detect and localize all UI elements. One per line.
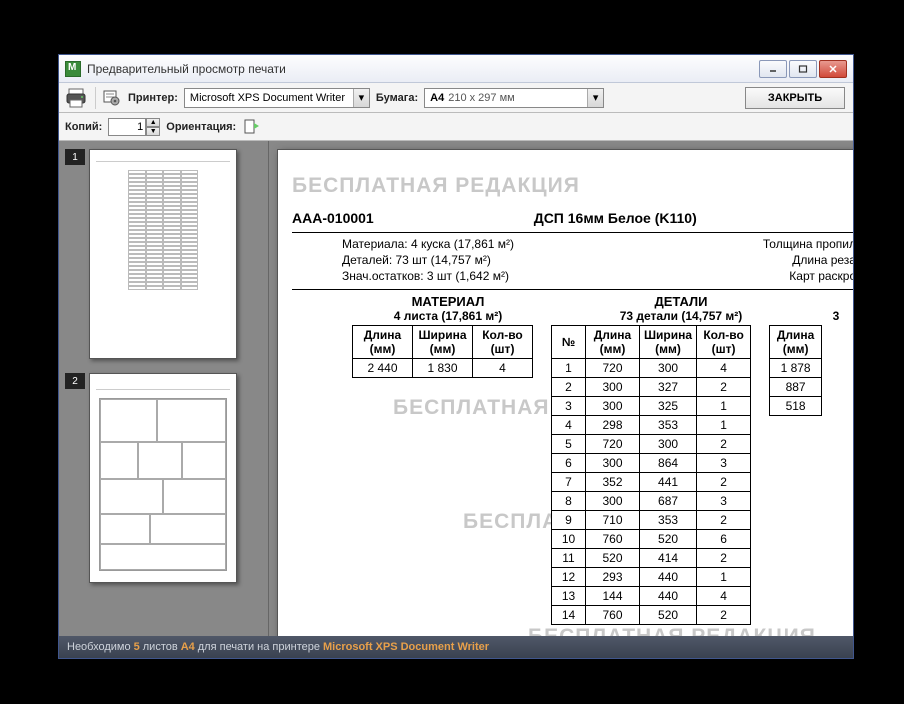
details-table: № Длина (мм) Ширина (мм) Кол-во (шт) 172… — [551, 325, 751, 625]
print-icon[interactable] — [65, 87, 89, 109]
remains-table: Длина (мм) 1 878887518 — [769, 325, 822, 416]
col-qty: Кол-во (шт) — [473, 326, 533, 359]
table-row: 63008643 — [552, 454, 751, 473]
table-row: 1 878 — [770, 359, 822, 378]
page-preview: БЕСПЛАТНАЯ РЕДАКЦИЯ AAA-010001 ДСП 16мм … — [277, 149, 853, 636]
thumbnail-item[interactable]: 2 — [65, 373, 262, 583]
copies-input[interactable] — [108, 118, 146, 136]
table-row: 107605206 — [552, 530, 751, 549]
preview-panel[interactable]: БЕСПЛАТНАЯ РЕДАКЦИЯ AAA-010001 ДСП 16мм … — [269, 141, 853, 636]
thumbnail-number: 1 — [65, 149, 85, 165]
table-row: 115204142 — [552, 549, 751, 568]
section-material-title: МАТЕРИАЛ — [352, 294, 544, 309]
table-row: 33003251 — [552, 397, 751, 416]
col-length: Длина (мм) — [353, 326, 413, 359]
spin-up-button[interactable]: ▲ — [146, 118, 160, 127]
details-subtitle: 73 детали (14,757 м²) — [576, 309, 786, 323]
table-row: 57203002 — [552, 435, 751, 454]
col-length: Длина (мм) — [586, 326, 640, 359]
table-row: 23003272 — [552, 378, 751, 397]
table-row: 2 4401 8304 — [353, 359, 533, 378]
material-name: ДСП 16мм Белое (K110) — [534, 210, 697, 226]
info-cutlen: Длина реза: 89 — [572, 253, 853, 267]
col-length: Длина (мм) — [770, 326, 822, 359]
window-title: Предварительный просмотр печати — [87, 62, 759, 76]
close-window-button[interactable] — [819, 60, 847, 78]
table-row: 131444404 — [552, 587, 751, 606]
printer-settings-icon[interactable] — [102, 88, 122, 108]
print-preview-window: Предварительный просмотр печати Принтер:… — [58, 54, 854, 659]
table-row: 147605202 — [552, 606, 751, 625]
thumbnail-page-2 — [89, 373, 237, 583]
paper-dimensions: 210 x 297 мм — [448, 92, 515, 104]
info-maps: Карт раскроя: 4 — [572, 269, 853, 283]
copies-spinner[interactable]: ▲▼ — [108, 118, 160, 136]
col-width: Ширина (мм) — [640, 326, 697, 359]
minimize-button[interactable] — [759, 60, 787, 78]
thumbnail-page-1 — [89, 149, 237, 359]
paper-value: A4 — [430, 92, 444, 104]
watermark: БЕСПЛАТНАЯ РЕДАКЦИЯ — [292, 174, 853, 198]
chevron-down-icon: ▾ — [587, 89, 603, 107]
status-sheets: 5 — [134, 641, 140, 653]
titlebar: Предварительный просмотр печати — [59, 55, 853, 83]
table-row: 97103532 — [552, 511, 751, 530]
spin-down-button[interactable]: ▼ — [146, 127, 160, 136]
col-num: № — [552, 326, 586, 359]
table-row: 73524412 — [552, 473, 751, 492]
chevron-down-icon: ▾ — [353, 89, 369, 107]
status-bar: Необходимо 5 листов A4 для печати на при… — [59, 636, 853, 658]
printer-label: Принтер: — [128, 92, 178, 104]
copies-label: Копий: — [65, 121, 102, 133]
table-row: 42983531 — [552, 416, 751, 435]
info-details: Деталей: 73 шт (14,757 м²) — [292, 253, 572, 267]
third-subtitle: 3 — [806, 309, 853, 323]
table-row: 83006873 — [552, 492, 751, 511]
toolbar-main: Принтер: Microsoft XPS Document Writer ▾… — [59, 83, 853, 113]
thumbnail-number: 2 — [65, 373, 85, 389]
printer-combo[interactable]: Microsoft XPS Document Writer ▾ — [184, 88, 370, 108]
material-table: Длина (мм) Ширина (мм) Кол-во (шт) 2 440… — [352, 325, 533, 378]
orientation-label: Ориентация: — [166, 121, 236, 133]
separator — [95, 87, 96, 109]
section-details-title: ДЕТАЛИ — [576, 294, 786, 309]
paper-combo[interactable]: A4 210 x 297 мм ▾ — [424, 88, 604, 108]
orientation-icon[interactable] — [242, 117, 262, 137]
document-id: AAA-010001 — [292, 210, 374, 226]
content-area: 1 2 — [59, 141, 853, 636]
status-printer: Microsoft XPS Document Writer — [323, 641, 489, 653]
close-button[interactable]: ЗАКРЫТЬ — [745, 87, 845, 109]
table-row: 122934401 — [552, 568, 751, 587]
info-remains: Знач.остатков: 3 шт (1,642 м²) — [292, 269, 572, 283]
paper-label: Бумага: — [376, 92, 418, 104]
info-materials: Материала: 4 куска (17,861 м²) — [292, 237, 572, 251]
status-format: A4 — [181, 641, 195, 653]
col-qty: Кол-во (шт) — [697, 326, 751, 359]
thumbnail-item[interactable]: 1 — [65, 149, 262, 359]
col-width: Ширина (мм) — [413, 326, 473, 359]
app-icon — [65, 61, 81, 77]
maximize-button[interactable] — [789, 60, 817, 78]
watermark: БЕСПЛАТНАЯ РЕДАКЦИЯ — [528, 625, 816, 636]
info-kerf: Толщина пропила: 4 — [572, 237, 853, 251]
printer-value: Microsoft XPS Document Writer — [185, 92, 353, 104]
table-row: 518 — [770, 397, 822, 416]
thumbnail-panel[interactable]: 1 2 — [59, 141, 269, 636]
material-subtitle: 4 листа (17,861 м²) — [352, 309, 544, 323]
table-row: 17203004 — [552, 359, 751, 378]
toolbar-secondary: Копий: ▲▼ Ориентация: — [59, 113, 853, 141]
table-row: 887 — [770, 378, 822, 397]
